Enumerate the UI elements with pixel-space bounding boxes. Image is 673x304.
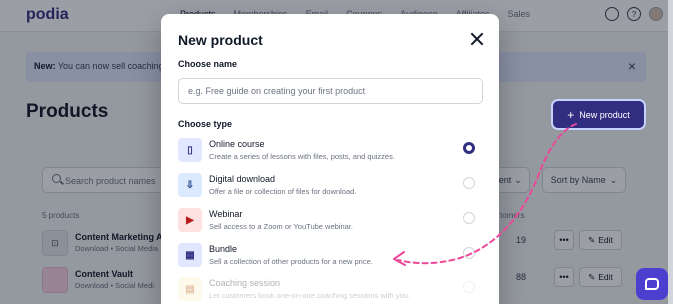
radio-coaching-session (463, 281, 475, 293)
type-option-coaching-session: ▤ Coaching session Let customers book on… (178, 276, 483, 304)
radio-webinar[interactable] (463, 212, 475, 224)
radio-digital-download[interactable] (463, 177, 475, 189)
radio-bundle[interactable] (463, 247, 475, 259)
scrollbar[interactable] (668, 0, 673, 304)
product-name-input[interactable] (178, 78, 483, 104)
type-name: Digital download (209, 174, 276, 184)
choose-type-label: Choose type (178, 119, 233, 129)
grid-icon: ▦ (178, 243, 202, 267)
type-name: Coaching session (209, 278, 281, 288)
book-icon: ▯ (178, 138, 202, 162)
plus-icon: + (567, 107, 575, 122)
type-option-webinar[interactable]: ▶ Webinar Sell access to a Zoom or YouTu… (178, 207, 483, 237)
new-product-button-highlighted[interactable]: + New product (553, 101, 644, 128)
support-chat-button[interactable] (636, 268, 668, 300)
type-option-digital-download[interactable]: ⇩ Digital download Offer a file or colle… (178, 172, 483, 202)
download-icon: ⇩ (178, 173, 202, 197)
calendar-icon: ▤ (178, 277, 202, 301)
new-product-modal: New product Choose name Choose type ▯ On… (161, 14, 499, 304)
type-description: Let customers book one-on-one coaching s… (209, 291, 410, 300)
type-name: Webinar (209, 209, 243, 219)
type-description: Offer a file or collection of files for … (209, 187, 357, 196)
choose-name-label: Choose name (178, 59, 238, 69)
type-name: Online course (209, 139, 265, 149)
type-option-online-course[interactable]: ▯ Online course Create a series of lesso… (178, 137, 483, 167)
video-play-icon: ▶ (178, 208, 202, 232)
radio-online-course[interactable] (463, 142, 475, 154)
type-description: Sell access to a Zoom or YouTube webinar… (209, 222, 353, 231)
type-description: Create a series of lessons with files, p… (209, 152, 395, 161)
modal-title: New product (178, 32, 263, 48)
close-icon[interactable] (470, 32, 484, 46)
chat-bubble-icon (645, 278, 659, 290)
type-name: Bundle (209, 244, 238, 254)
type-option-bundle[interactable]: ▦ Bundle Sell a collection of other prod… (178, 242, 483, 272)
type-description: Sell a collection of other products for … (209, 257, 373, 266)
new-product-label: New product (579, 109, 630, 120)
